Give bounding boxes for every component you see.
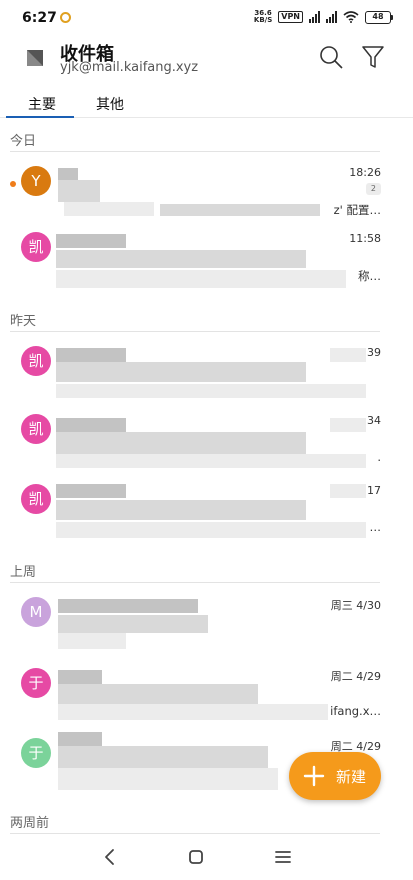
battery-icon: 48 [365,10,393,24]
section-last-week: 上周 [10,561,380,583]
email-list-item[interactable]: 凯 :17 … [0,484,413,550]
home-icon[interactable] [188,849,204,865]
tab-bar: 主要 其他 [0,88,413,118]
avatar: 于 [21,738,51,768]
section-today: 今日 [10,130,380,152]
avatar: 凯 [21,232,51,262]
app-header: 收件箱 yjk@mail.kaifang.xyz [0,36,413,88]
account-email: yjk@mail.kaifang.xyz [60,60,199,75]
email-preview: … [369,520,382,534]
tab-primary[interactable]: 主要 [28,94,56,114]
vpn-badge: VPN [278,11,303,23]
avatar: 于 [21,668,51,698]
tab-indicator [6,116,74,118]
network-speed: 36.6 KB/S [253,9,273,24]
email-list-item[interactable]: 凯 :39 [0,346,413,412]
notification-icon [60,12,71,23]
tab-other[interactable]: 其他 [96,94,124,114]
filter-icon[interactable] [361,44,385,70]
email-list-item[interactable]: 凯 11:58 称… [0,232,413,298]
email-list-item[interactable]: Y 18:26 2 z' 配置… [0,166,413,232]
thread-count-badge: 2 [365,183,381,195]
recents-icon[interactable] [274,849,292,865]
status-bar: 6:27 36.6 KB/S VPN 48 [0,0,413,36]
search-icon[interactable] [318,44,344,70]
email-preview: 称… [358,269,381,283]
section-yesterday: 昨天 [10,310,380,332]
back-icon[interactable] [101,848,119,866]
email-time: 11:58 [349,232,381,245]
email-preview: ifang.x… [330,704,381,718]
plus-icon [303,765,325,787]
wifi-icon [343,11,359,23]
email-preview: . [377,450,381,464]
avatar: Y [21,166,51,196]
signal-icon [309,11,320,23]
unread-dot [10,181,16,187]
avatar: 凯 [21,346,51,376]
avatar: M [21,597,51,627]
avatar: 凯 [21,484,51,514]
compose-label: 新建 [336,768,367,786]
email-time: 18:26 [349,166,381,179]
section-two-weeks-ago: 两周前 [10,812,380,834]
signal-icon-2 [326,11,337,23]
compose-button[interactable]: 新建 [289,752,381,800]
avatar: 凯 [21,414,51,444]
email-preview: z' 配置… [333,203,381,217]
status-time: 6:27 [22,10,57,26]
email-list-item[interactable]: 凯 :34 . [0,414,413,480]
email-time: 周二 4/29 [330,670,381,683]
email-list-item[interactable]: M 周三 4/30 [0,597,413,663]
email-time: 周三 4/30 [330,599,381,612]
email-list-item[interactable]: 于 周二 4/29 ifang.x… [0,668,413,734]
account-icon[interactable] [26,49,44,67]
system-nav-bar [0,836,413,880]
